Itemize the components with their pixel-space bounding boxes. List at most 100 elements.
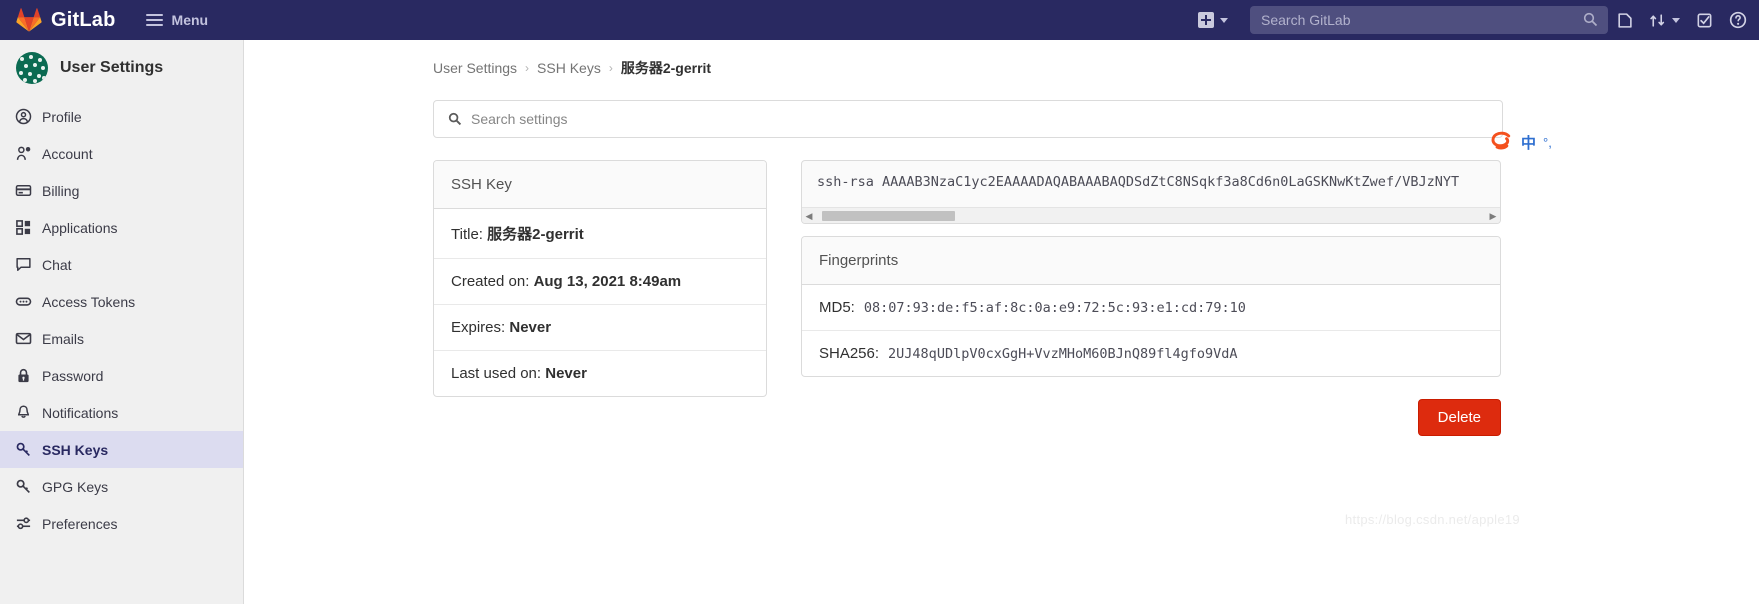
sidebar-item-label: SSH Keys (42, 441, 109, 458)
sidebar-item-preferences[interactable]: Preferences (0, 505, 243, 542)
row-value: 服务器2-gerrit (487, 226, 584, 243)
scroll-left-arrow-icon[interactable]: ◀ (802, 209, 816, 223)
sidebar-item-label: Password (42, 367, 104, 384)
sidebar-context-title: User Settings (60, 59, 164, 76)
settings-search-input[interactable] (471, 111, 1502, 127)
settings-search[interactable] (433, 100, 1503, 138)
issues-icon (1618, 12, 1632, 28)
avatar (16, 52, 48, 84)
merge-requests-button[interactable] (1641, 0, 1688, 40)
fingerprint-label: MD5: (819, 299, 855, 316)
ime-mode-label[interactable]: 中 (1521, 132, 1536, 153)
account-gear-icon (14, 145, 32, 163)
ssh-key-card-header: SSH Key (434, 161, 766, 209)
sidebar-item-label: Access Tokens (42, 293, 136, 310)
sidebar-item-label: Account (42, 145, 93, 162)
fingerprints-card-header: Fingerprints (802, 237, 1500, 285)
sidebar-item-label: Chat (42, 256, 72, 273)
bell-icon (14, 404, 32, 422)
row-label: Last used on: (451, 365, 542, 382)
new-dropdown[interactable] (1190, 0, 1236, 40)
sidebar-item-chat[interactable]: Chat (0, 246, 243, 283)
scrollbar-track[interactable] (816, 210, 1486, 221)
breadcrumb: User Settings › SSH Keys › 服务器2-gerrit (433, 58, 1759, 78)
scrollbar-thumb[interactable] (822, 211, 955, 221)
global-search[interactable] (1250, 6, 1608, 34)
sidebar-item-label: Notifications (42, 404, 119, 421)
fingerprints-card: Fingerprints MD5: 08:07:93:de:f5:af:8c:0… (801, 236, 1501, 377)
comment-icon (14, 256, 32, 274)
sidebar-item-label: Emails (42, 330, 85, 347)
fingerprint-row-sha256: SHA256: 2UJ48qUDlpV0cxGgH+VvzMHoM60BJnQ8… (802, 331, 1500, 376)
issues-button[interactable] (1608, 0, 1641, 40)
sidebar-context-header[interactable]: User Settings (0, 40, 243, 96)
ssh-key-row-title: Title: 服务器2-gerrit (434, 209, 766, 259)
plus-square-icon (1198, 12, 1214, 28)
sidebar: User Settings Profile Account Billing Ap… (0, 40, 244, 604)
sidebar-item-account[interactable]: Account (0, 135, 243, 172)
delete-button[interactable]: Delete (1417, 399, 1501, 436)
detail-columns: SSH Key Title: 服务器2-gerrit Created on: A… (433, 160, 1759, 436)
public-key-scrollbar[interactable]: ◀ ▶ (802, 207, 1500, 223)
applications-grid-icon (14, 219, 32, 237)
watermark: https://blog.csdn.net/apple19 (1345, 512, 1520, 527)
hamburger-icon (145, 13, 163, 27)
fingerprint-row-md5: MD5: 08:07:93:de:f5:af:8c:0a:e9:72:5c:93… (802, 285, 1500, 331)
sidebar-item-profile[interactable]: Profile (0, 98, 243, 135)
ime-extra-label[interactable]: °, (1543, 135, 1552, 150)
fingerprint-value: 08:07:93:de:f5:af:8c:0a:e9:72:5c:93:e1:c… (863, 300, 1246, 316)
brand-name: GitLab (51, 8, 116, 31)
sidebar-item-notifications[interactable]: Notifications (0, 394, 243, 431)
todos-button[interactable] (1688, 0, 1721, 40)
lock-icon (14, 367, 32, 385)
scroll-right-arrow-icon[interactable]: ▶ (1486, 209, 1500, 223)
breadcrumb-separator: › (525, 61, 530, 75)
key-icon (14, 441, 32, 459)
breadcrumb-item-user-settings[interactable]: User Settings (433, 60, 517, 76)
sidebar-item-label: Billing (42, 182, 80, 199)
sidebar-item-label: Profile (42, 108, 82, 125)
ssh-key-row-expires: Expires: Never (434, 305, 766, 351)
actions-row: Delete (801, 399, 1501, 436)
sogou-logo-icon (1491, 131, 1511, 150)
breadcrumb-item-ssh-keys[interactable]: SSH Keys (537, 60, 601, 76)
top-navbar: GitLab Menu (0, 0, 1759, 40)
ssh-key-card: SSH Key Title: 服务器2-gerrit Created on: A… (433, 160, 767, 397)
sogou-ime-toolbar[interactable]: 中 °, (1484, 128, 1556, 156)
sidebar-item-label: GPG Keys (42, 478, 109, 495)
row-value: Aug 13, 2021 8:49am (533, 273, 682, 290)
fingerprint-value: 2UJ48qUDlpV0cxGgH+VvzMHoM60BJnQ89fl4gfo9… (888, 346, 1238, 362)
menu-label: Menu (171, 12, 209, 28)
row-value: Never (545, 365, 587, 382)
row-label: Created on: (451, 273, 530, 290)
sidebar-item-applications[interactable]: Applications (0, 209, 243, 246)
breadcrumb-separator: › (608, 61, 613, 75)
sidebar-item-password[interactable]: Password (0, 357, 243, 394)
sidebar-item-ssh-keys[interactable]: SSH Keys (0, 431, 243, 468)
row-label: Expires: (451, 319, 506, 336)
sidebar-nav-list: Profile Account Billing Applications Cha… (0, 98, 243, 542)
profile-icon (14, 108, 32, 126)
ssh-key-row-created-on: Created on: Aug 13, 2021 8:49am (434, 259, 766, 305)
gitlab-ssh-key-page: GitLab Menu Search GitLab User Settings … (0, 0, 1759, 604)
help-button[interactable] (1721, 0, 1759, 40)
sidebar-item-gpg-keys[interactable]: GPG Keys (0, 468, 243, 505)
preferences-sliders-icon (14, 515, 32, 533)
search-icon (1583, 12, 1598, 27)
token-icon (14, 293, 32, 311)
navbar-right-actions (1190, 0, 1759, 40)
menu-button[interactable]: Menu (145, 12, 209, 28)
chevron-down-icon (1672, 17, 1680, 23)
main-content: User Settings › SSH Keys › 服务器2-gerrit S… (245, 40, 1759, 604)
sidebar-item-label: Preferences (42, 515, 118, 532)
fingerprint-label: SHA256: (819, 345, 880, 362)
envelope-icon (14, 330, 32, 348)
public-key-box[interactable]: ssh-rsa AAAAB3NzaC1yc2EAAAADAQABAAABAQDS… (801, 160, 1501, 224)
key-detail-column: ssh-rsa AAAAB3NzaC1yc2EAAAADAQABAAABAQDS… (801, 160, 1501, 436)
search-input[interactable] (1250, 6, 1608, 34)
sidebar-item-access-tokens[interactable]: Access Tokens (0, 283, 243, 320)
sidebar-item-billing[interactable]: Billing (0, 172, 243, 209)
sidebar-item-emails[interactable]: Emails (0, 320, 243, 357)
todo-checkbox-icon (1697, 13, 1712, 27)
gitlab-brand[interactable]: GitLab (16, 8, 116, 32)
